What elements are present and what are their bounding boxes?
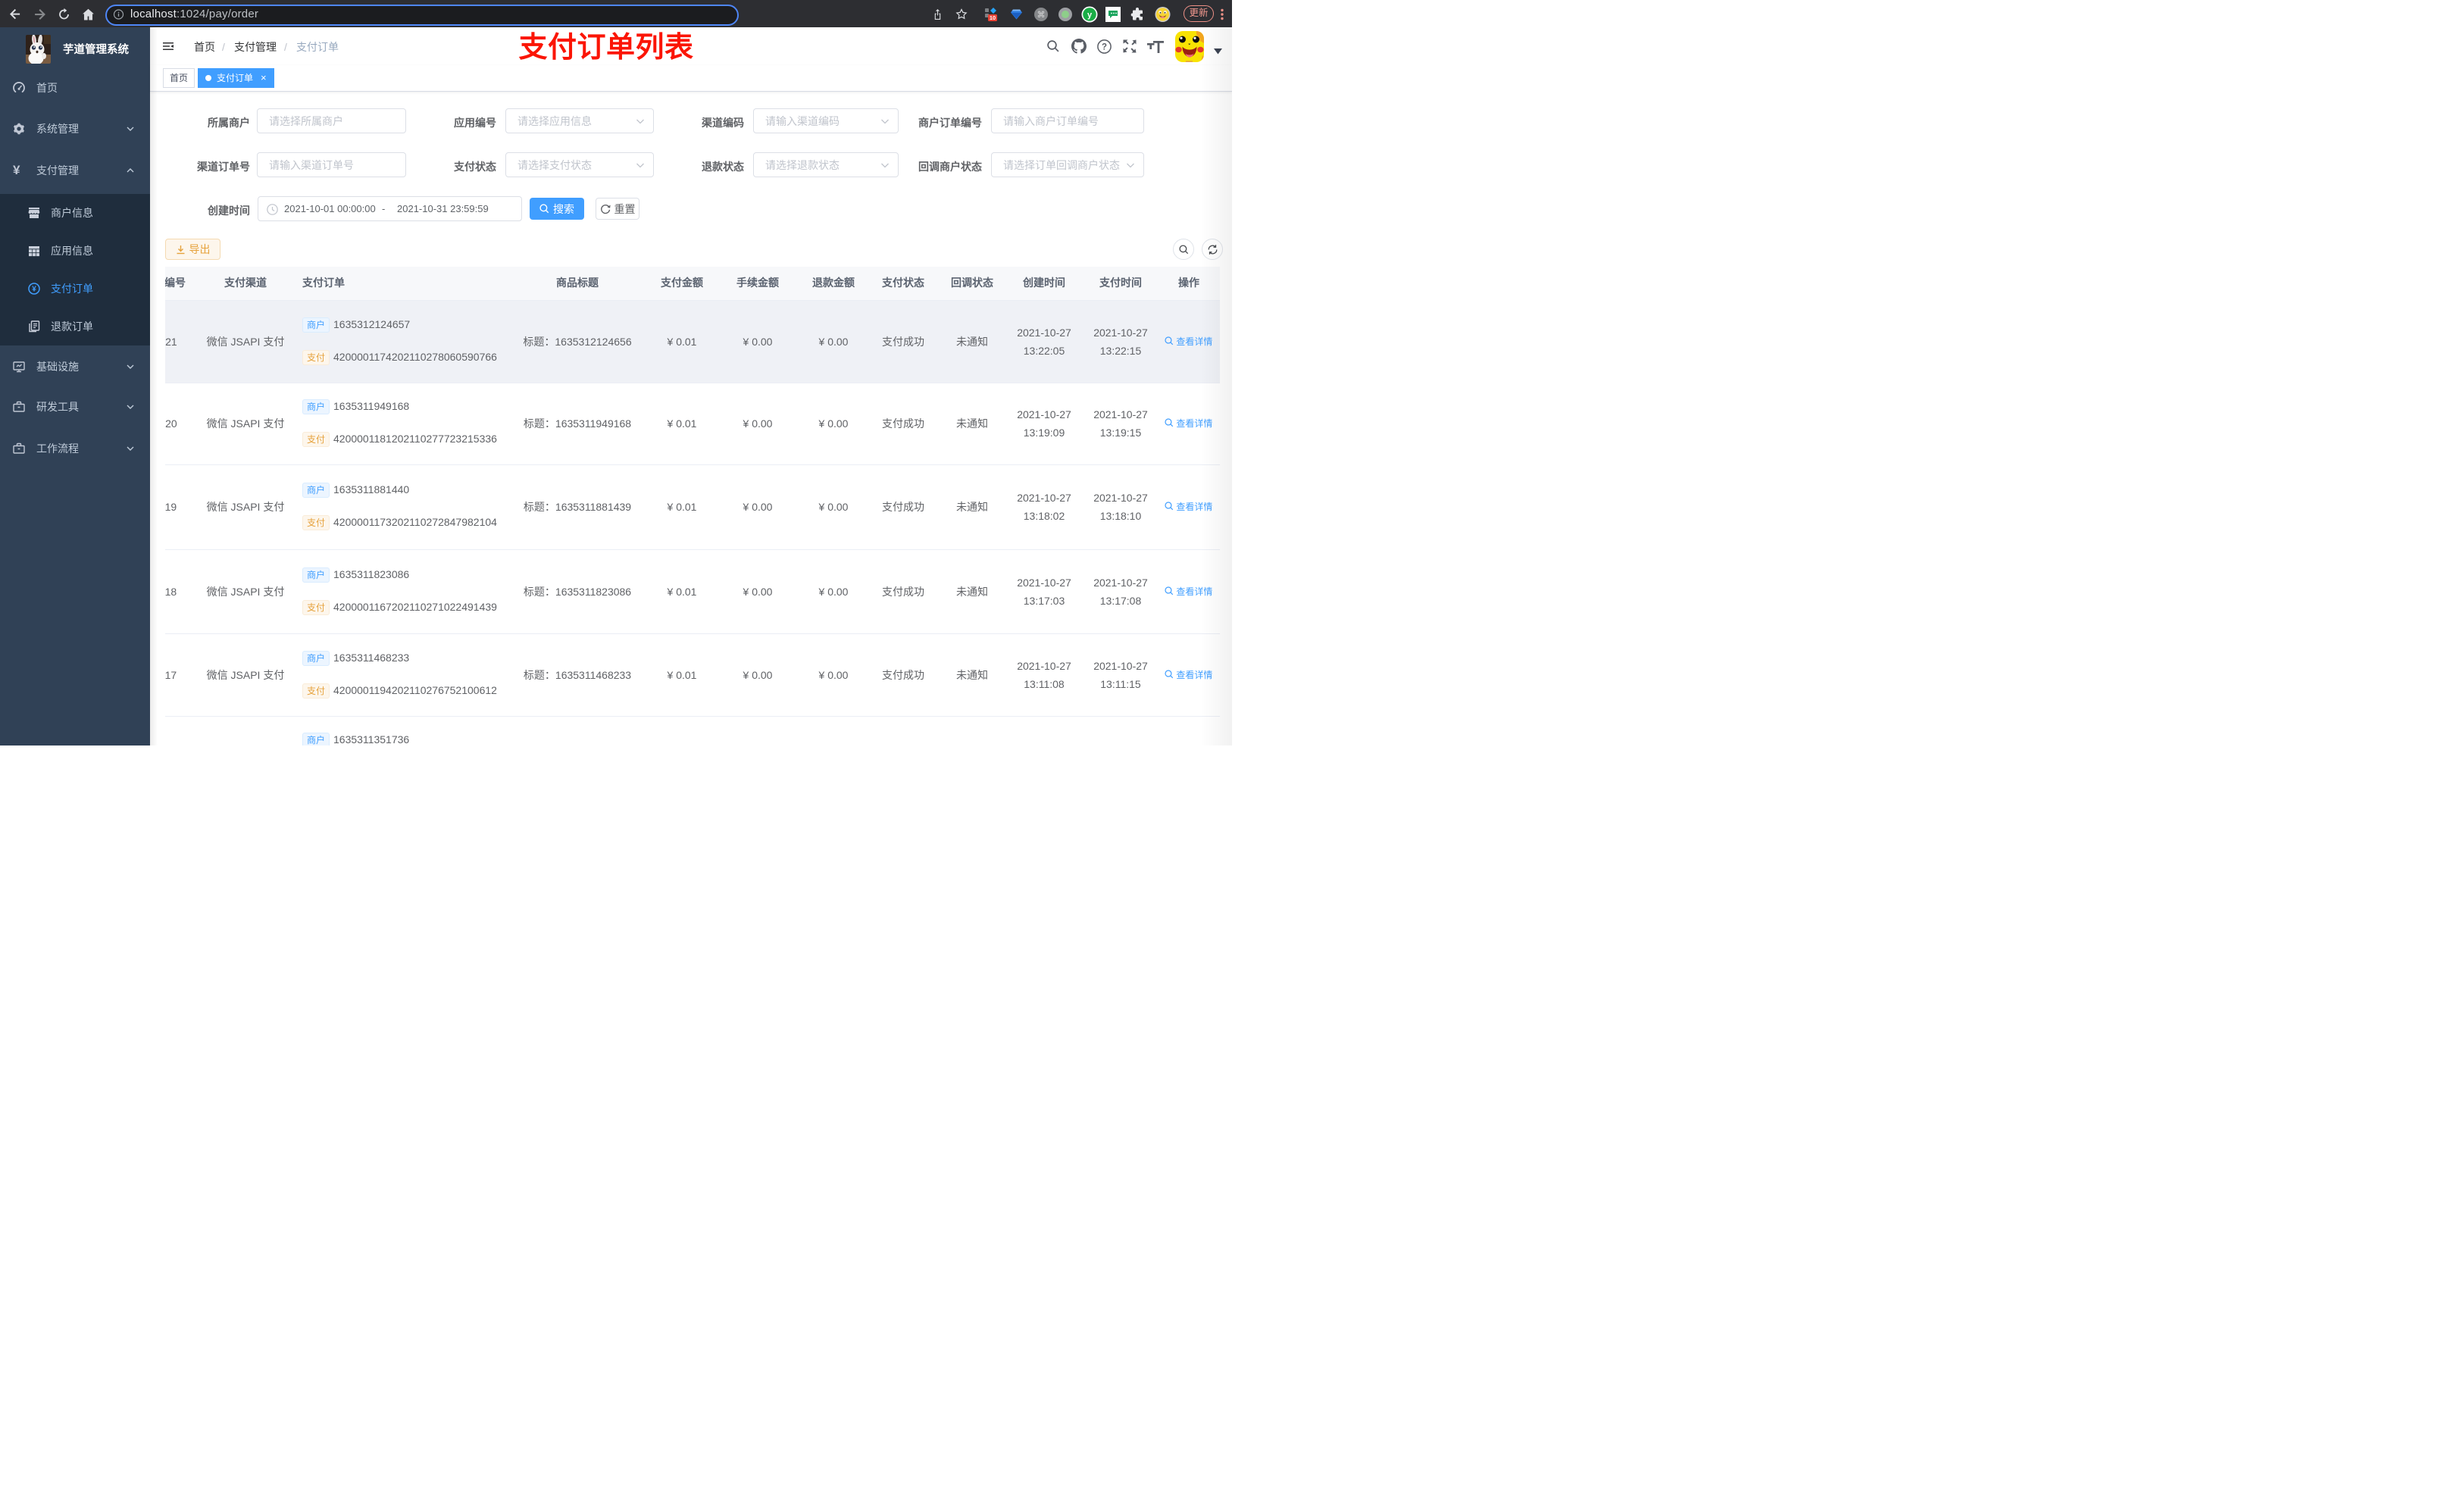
svg-text:y: y [1087, 11, 1093, 20]
svg-text:¥: ¥ [32, 286, 36, 294]
svg-text:10: 10 [990, 14, 996, 21]
svg-text:?: ? [1102, 43, 1107, 52]
svg-text:⌘: ⌘ [1037, 11, 1046, 20]
